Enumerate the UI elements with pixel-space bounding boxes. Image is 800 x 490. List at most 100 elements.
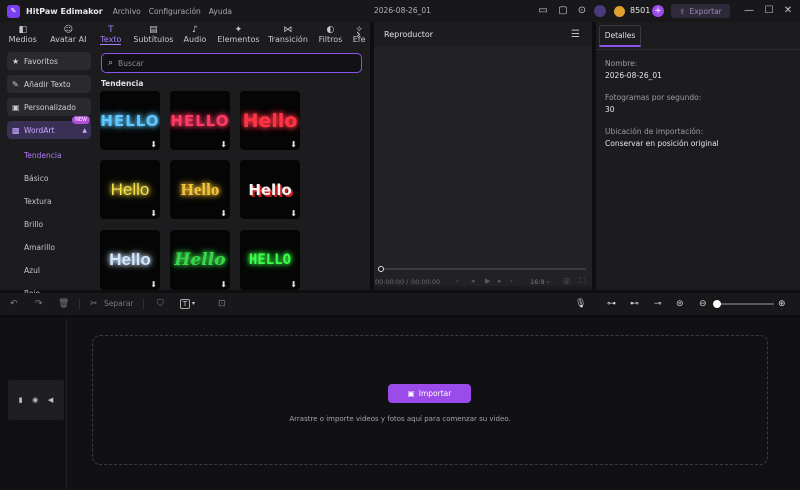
split-icon[interactable]: ✂ xyxy=(90,298,98,310)
filters-icon: ◐ xyxy=(326,25,335,35)
step-back-icon[interactable]: ◂ xyxy=(471,277,475,285)
microphone-icon[interactable]: 🎙 xyxy=(575,298,586,310)
wordart-card[interactable]: Hello ⬇ xyxy=(170,160,230,219)
feedback-icon[interactable]: ▢ xyxy=(557,5,569,17)
tab-audio[interactable]: ♪ Audio xyxy=(176,22,214,48)
download-icon[interactable]: ⬇ xyxy=(220,209,227,218)
sidebar-item-wordart[interactable]: ▩ WordArt ▲ NEW xyxy=(7,116,91,139)
wordart-card[interactable]: Hello ⬇ xyxy=(170,230,230,290)
aspect-ratio[interactable]: 16:9 xyxy=(530,278,545,286)
layout-icon[interactable]: ▭ xyxy=(537,5,549,17)
download-icon[interactable]: ⬇ xyxy=(220,280,227,289)
search-input[interactable]: ⌕ Buscar xyxy=(101,53,362,73)
menu-archivo[interactable]: Archivo xyxy=(113,7,141,16)
zoom-out-icon[interactable]: ⊖ xyxy=(699,298,707,310)
tab-avatar-ai[interactable]: ☺ Avatar AI xyxy=(46,22,92,48)
link-icon[interactable]: ⊶ xyxy=(607,298,616,310)
subitem-tendencia[interactable]: Tendencia xyxy=(7,144,91,167)
wordart-preview: Hello xyxy=(248,180,292,199)
wordart-card[interactable]: Hello ⬇ xyxy=(100,230,160,290)
text-icon: T xyxy=(108,25,114,35)
tab-texto[interactable]: T Texto xyxy=(91,22,131,48)
subitem-textura[interactable]: Textura xyxy=(7,190,91,213)
step-forward-icon[interactable]: ▸ xyxy=(498,277,502,285)
tab-filtros[interactable]: ◐ Filtros xyxy=(313,22,349,48)
track-lock-icon[interactable]: ▮ xyxy=(19,396,23,404)
text-tool-icon[interactable]: T xyxy=(180,299,190,309)
fps-value: 30 xyxy=(605,105,615,114)
fit-icon[interactable]: ⊜ xyxy=(676,298,684,310)
track-mute-icon[interactable]: ◀ xyxy=(48,396,53,404)
crop-icon[interactable]: ⊡ xyxy=(218,298,226,310)
wordart-card[interactable]: Hello ⬇ xyxy=(240,160,300,219)
snapshot-icon[interactable]: ◎ xyxy=(563,276,570,285)
wordart-card[interactable]: HELLO ⬇ xyxy=(240,230,300,290)
timeline-area: ▮ ◉ ◀ ▣ Importar Arrastre o importe video… xyxy=(0,318,800,490)
wordart-card[interactable]: HELLO ⬇ xyxy=(100,91,160,150)
shield-icon[interactable]: ⛉ xyxy=(157,298,164,310)
tab-subtitulos[interactable]: ▤ Subtítulos xyxy=(131,22,177,48)
play-icon[interactable]: ▶ xyxy=(485,277,490,285)
subitem-amarillo[interactable]: Amarillo xyxy=(7,236,91,259)
wordart-card[interactable]: Hello ⬇ xyxy=(240,91,300,150)
text-dropdown-icon[interactable]: ▾ xyxy=(192,298,195,310)
export-button[interactable]: ⇪ Exportar xyxy=(671,4,730,18)
avatar[interactable] xyxy=(594,5,606,17)
add-credits-icon[interactable]: + xyxy=(652,5,664,17)
next-frame-icon[interactable]: › xyxy=(510,277,513,285)
wordart-card[interactable]: HELLO ⬇ xyxy=(170,91,230,150)
maximize-icon[interactable]: ☐ xyxy=(763,5,775,17)
download-icon[interactable]: ⬇ xyxy=(290,140,297,149)
download-icon[interactable]: ⬇ xyxy=(150,140,157,149)
subitem-brillo[interactable]: Brillo xyxy=(7,213,91,236)
sidebar-item-anadir-texto[interactable]: ✎ Añadir Texto xyxy=(7,75,91,93)
download-icon[interactable]: ⬇ xyxy=(290,209,297,218)
zoom-slider[interactable] xyxy=(716,303,774,305)
wordart-preview: Hello xyxy=(109,250,151,269)
subitem-azul[interactable]: Azul xyxy=(7,259,91,282)
fullscreen-icon[interactable]: ⛶ xyxy=(579,276,585,286)
track-visibility-icon[interactable]: ◉ xyxy=(32,396,38,404)
progress-handle[interactable] xyxy=(378,266,384,272)
tab-medios[interactable]: ◧ Medios xyxy=(0,22,46,48)
download-icon[interactable]: ⬇ xyxy=(290,280,297,289)
download-icon[interactable]: ⬇ xyxy=(220,140,227,149)
download-icon[interactable]: ⬇ xyxy=(150,209,157,218)
menu-icon[interactable]: ☰ xyxy=(571,29,580,40)
prev-frame-icon[interactable]: ‹ xyxy=(456,277,459,285)
subitem-basico[interactable]: Básico xyxy=(7,167,91,190)
split-label[interactable]: Separar xyxy=(104,298,134,310)
tab-detalles[interactable]: Detalles xyxy=(599,25,641,47)
magnet-icon[interactable]: ⊷ xyxy=(630,298,639,310)
aspect-dropdown-icon[interactable]: ⌄ xyxy=(545,277,551,285)
app-logo-icon: ✎ xyxy=(7,4,20,18)
tab-elementos[interactable]: ✦ Elementos xyxy=(214,22,263,48)
tabs-next-icon[interactable]: › xyxy=(356,27,361,41)
zoom-in-icon[interactable]: ⊕ xyxy=(778,298,786,310)
progress-track[interactable] xyxy=(380,268,586,270)
audio-icon: ♪ xyxy=(192,25,198,35)
minimize-icon[interactable]: — xyxy=(743,5,755,17)
download-icon[interactable]: ⬇ xyxy=(150,280,157,289)
wordart-preview: HELLO xyxy=(248,252,292,268)
zoom-handle[interactable] xyxy=(713,300,721,308)
track-icon[interactable]: ⊸ xyxy=(654,298,662,310)
section-title: Tendencia xyxy=(101,79,144,88)
undo-icon[interactable]: ↶ xyxy=(10,298,18,310)
timeline-toolbar: ↶ ↷ 🗑 ✂ Separar ⛉ T ▾ ⊡ 🎙 ⊶ ⊷ ⊸ ⊜ ⊖ ⊕ xyxy=(0,293,800,315)
close-icon[interactable]: ✕ xyxy=(782,5,794,17)
delete-icon[interactable]: 🗑 xyxy=(58,298,69,310)
redo-icon[interactable]: ↷ xyxy=(35,298,43,310)
sidebar-item-favoritos[interactable]: ★ Favoritos xyxy=(7,52,91,70)
player-panel: Reproductor ☰ 00:00:00 / 00:00:00 ‹ ◂ ▶ … xyxy=(374,22,592,290)
tab-transicion[interactable]: ⋈ Transición xyxy=(263,22,312,48)
wordart-card[interactable]: Hello ⬇ xyxy=(100,160,160,219)
menu-configuracion[interactable]: Configuración xyxy=(149,7,201,16)
track-header: ▮ ◉ ◀ xyxy=(8,380,64,420)
sidebar-item-personalizado[interactable]: ▣ Personalizado xyxy=(7,98,91,116)
import-button[interactable]: ▣ Importar xyxy=(388,384,471,403)
menu-ayuda[interactable]: Ayuda xyxy=(209,7,232,16)
search-icon: ⌕ xyxy=(108,58,114,68)
download-icon[interactable]: ⊙ xyxy=(576,5,588,17)
title-bar: ✎ HitPaw Edimakor Archivo Configuración … xyxy=(0,0,800,22)
